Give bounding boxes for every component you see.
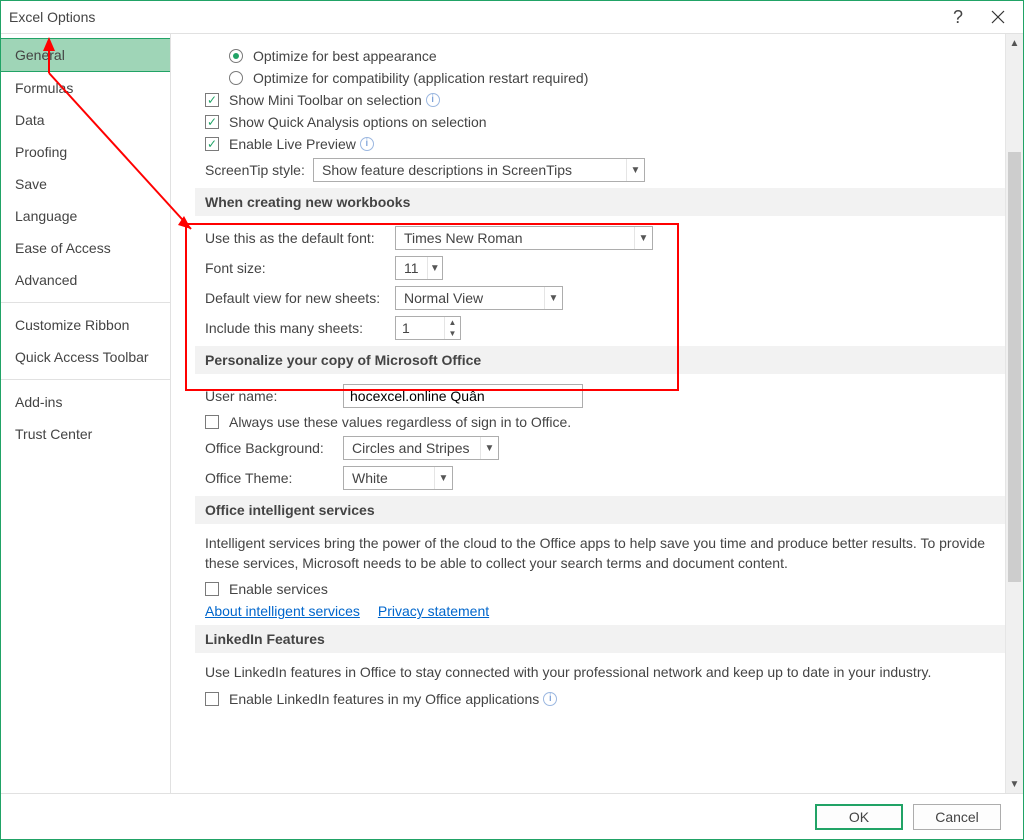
office-background-combo[interactable]: Circles and Stripes ▼ (343, 436, 499, 460)
info-icon[interactable]: i (360, 137, 374, 151)
radio-best-appearance[interactable] (229, 49, 243, 63)
office-theme-label: Office Theme: (205, 470, 343, 486)
font-size-combo[interactable]: 11 ▼ (395, 256, 443, 280)
checkbox-live-preview-label: Enable Live Preview (229, 136, 356, 152)
window-title: Excel Options (9, 9, 95, 25)
sidebar-item-data[interactable]: Data (1, 104, 170, 136)
scroll-up-icon[interactable]: ▲ (1006, 34, 1023, 52)
sidebar-item-add-ins[interactable]: Add-ins (1, 386, 170, 418)
link-privacy-statement[interactable]: Privacy statement (378, 603, 489, 619)
sidebar-item-proofing[interactable]: Proofing (1, 136, 170, 168)
checkbox-mini-toolbar[interactable] (205, 93, 219, 107)
default-view-combo[interactable]: Normal View ▼ (395, 286, 563, 310)
sidebar: General Formulas Data Proofing Save Lang… (1, 34, 171, 793)
sidebar-item-customize-ribbon[interactable]: Customize Ribbon (1, 309, 170, 341)
checkbox-enable-linkedin-label: Enable LinkedIn features in my Office ap… (229, 691, 539, 707)
default-view-label: Default view for new sheets: (205, 290, 395, 306)
chevron-down-icon: ▼ (427, 257, 442, 279)
help-icon[interactable]: ? (935, 7, 981, 28)
checkbox-always-use-label: Always use these values regardless of si… (229, 414, 571, 430)
checkbox-enable-linkedin[interactable] (205, 692, 219, 706)
sidebar-item-ease-of-access[interactable]: Ease of Access (1, 232, 170, 264)
default-font-label: Use this as the default font: (205, 230, 395, 246)
screentip-combo[interactable]: Show feature descriptions in ScreenTips … (313, 158, 645, 182)
chevron-down-icon: ▼ (480, 437, 498, 459)
link-about-intelligent-services[interactable]: About intelligent services (205, 603, 360, 619)
excel-options-dialog: Excel Options ? General Formulas Data Pr… (0, 0, 1024, 840)
sidebar-item-language[interactable]: Language (1, 200, 170, 232)
checkbox-enable-services[interactable] (205, 582, 219, 596)
main-panel: Optimize for best appearance Optimize fo… (171, 34, 1023, 793)
vertical-scrollbar[interactable]: ▲ ▼ (1005, 34, 1023, 793)
titlebar: Excel Options ? (1, 1, 1023, 33)
spinner-up-icon[interactable]: ▲ (445, 317, 460, 328)
user-name-label: User name: (205, 388, 343, 404)
section-personalize: Personalize your copy of Microsoft Offic… (195, 346, 1005, 374)
checkbox-mini-toolbar-label: Show Mini Toolbar on selection (229, 92, 422, 108)
checkbox-live-preview[interactable] (205, 137, 219, 151)
sidebar-item-save[interactable]: Save (1, 168, 170, 200)
section-linkedin: LinkedIn Features (195, 625, 1005, 653)
cancel-button[interactable]: Cancel (913, 804, 1001, 830)
sidebar-item-advanced[interactable]: Advanced (1, 264, 170, 296)
chevron-down-icon: ▼ (544, 287, 562, 309)
section-intelligent-services: Office intelligent services (195, 496, 1005, 524)
scroll-down-icon[interactable]: ▼ (1006, 775, 1023, 793)
spinner-down-icon[interactable]: ▼ (445, 328, 460, 339)
sidebar-item-formulas[interactable]: Formulas (1, 72, 170, 104)
info-icon[interactable]: i (543, 692, 557, 706)
close-icon[interactable] (981, 10, 1015, 24)
checkbox-always-use[interactable] (205, 415, 219, 429)
sidebar-item-trust-center[interactable]: Trust Center (1, 418, 170, 450)
dialog-footer: OK Cancel (1, 793, 1023, 839)
screentip-label: ScreenTip style: (205, 162, 313, 178)
section-new-workbooks: When creating new workbooks (195, 188, 1005, 216)
ok-button[interactable]: OK (815, 804, 903, 830)
office-background-label: Office Background: (205, 440, 343, 456)
chevron-down-icon: ▼ (434, 467, 452, 489)
font-size-label: Font size: (205, 260, 395, 276)
checkbox-quick-analysis[interactable] (205, 115, 219, 129)
linkedin-desc: Use LinkedIn features in Office to stay … (205, 663, 1005, 683)
checkbox-enable-services-label: Enable services (229, 581, 328, 597)
chevron-down-icon: ▼ (634, 227, 652, 249)
sidebar-item-quick-access-toolbar[interactable]: Quick Access Toolbar (1, 341, 170, 373)
info-icon[interactable]: i (426, 93, 440, 107)
radio-compatibility-label: Optimize for compatibility (application … (253, 70, 588, 86)
intelligent-services-desc: Intelligent services bring the power of … (205, 534, 1005, 573)
radio-best-appearance-label: Optimize for best appearance (253, 48, 437, 64)
sheets-spinner[interactable]: 1 ▲▼ (395, 316, 461, 340)
sidebar-item-general[interactable]: General (1, 38, 170, 72)
default-font-combo[interactable]: Times New Roman ▼ (395, 226, 653, 250)
sheets-label: Include this many sheets: (205, 320, 395, 336)
office-theme-combo[interactable]: White ▼ (343, 466, 453, 490)
radio-compatibility[interactable] (229, 71, 243, 85)
checkbox-quick-analysis-label: Show Quick Analysis options on selection (229, 114, 487, 130)
chevron-down-icon: ▼ (626, 159, 644, 181)
user-name-input[interactable] (343, 384, 583, 408)
scroll-thumb[interactable] (1008, 152, 1021, 582)
